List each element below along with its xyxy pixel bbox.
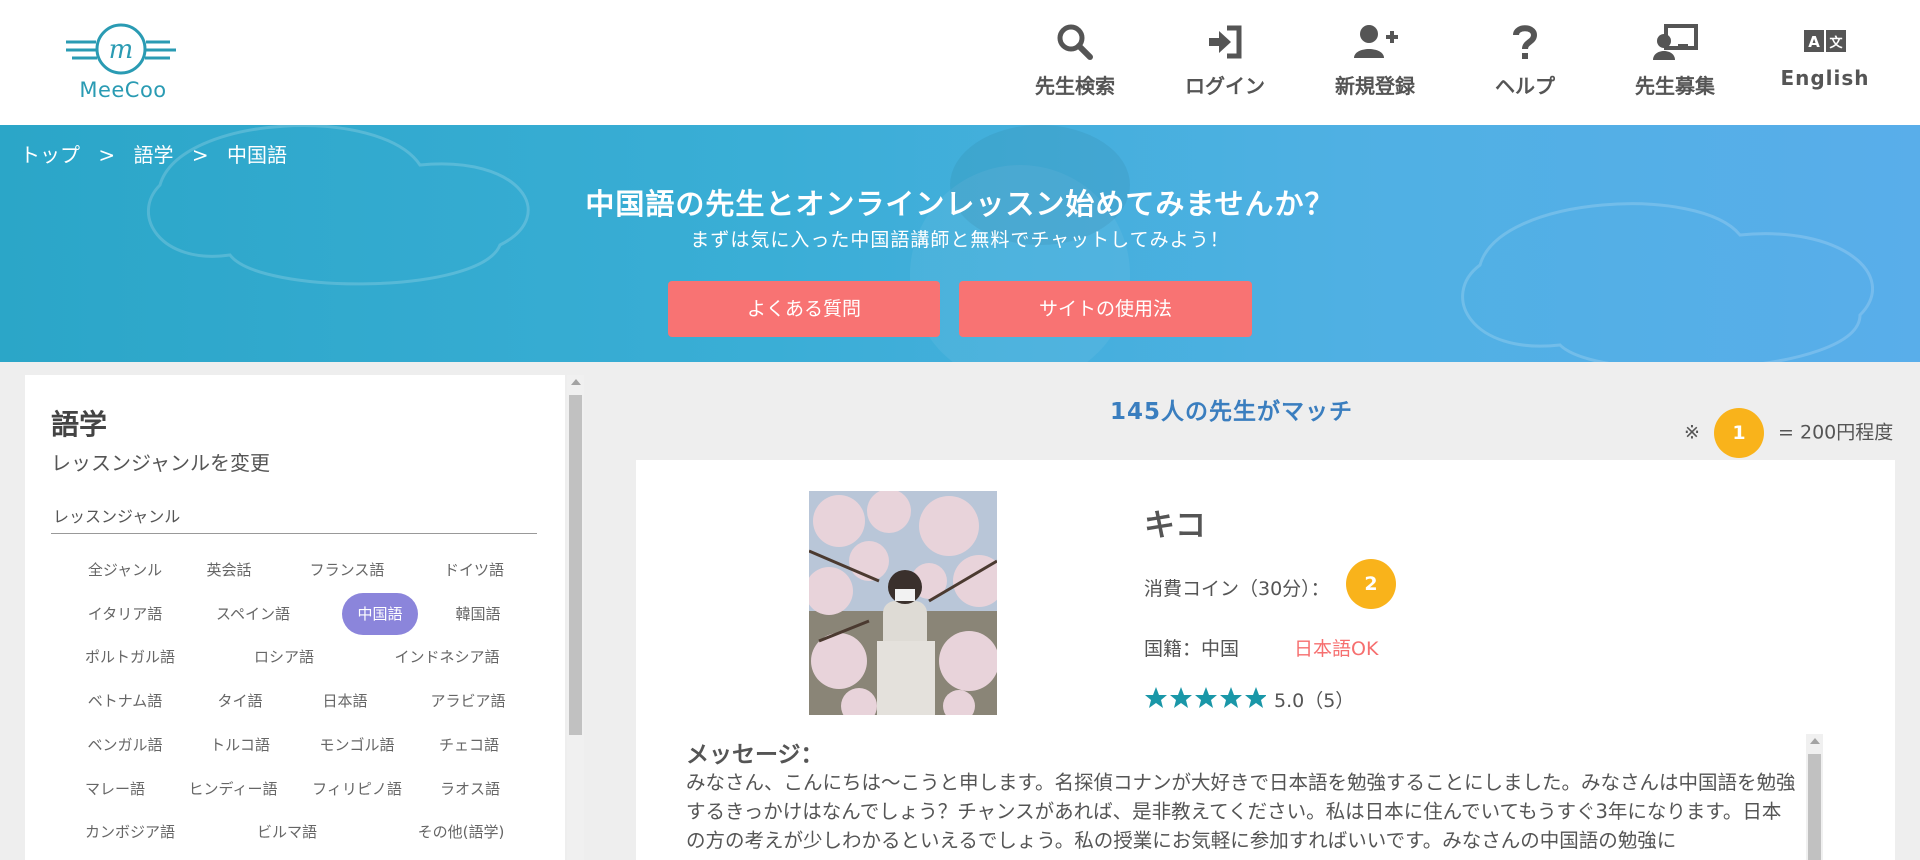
coin-cost-label: 消費コイン（30分）： [1144, 578, 1330, 600]
genre-burmese[interactable]: ビルマ語 [247, 811, 327, 853]
teacher-card[interactable]: キコ 消費コイン（30分）： 2 国籍：中国 日本語OK 5.0（5） メッセー… [636, 460, 1895, 860]
teacher-name[interactable]: キコ [1144, 500, 1206, 545]
logo-mark: m [66, 23, 176, 75]
scroll-up-arrow-icon[interactable] [1810, 738, 1820, 744]
logo-text: MeeCoo [79, 78, 167, 102]
scrollbar-thumb[interactable] [1808, 754, 1821, 860]
genre-thai[interactable]: タイ語 [205, 680, 275, 722]
nav-signup[interactable]: 新規登録 [1305, 22, 1445, 102]
meecoo-logo[interactable]: m MeeCoo [66, 22, 176, 107]
genre-all[interactable]: 全ジャンル [75, 549, 175, 591]
coin-note-suffix: = 200円程度 [1778, 421, 1894, 444]
rating-stars [1144, 686, 1267, 712]
nav-label: ヘルプ [1495, 74, 1555, 98]
nav-english[interactable]: A 文 English [1755, 22, 1895, 102]
nav-teacher-recruit[interactable]: 先生募集 [1605, 22, 1745, 102]
match-count: 145人の先生がマッチ [1110, 399, 1354, 425]
coin-note-prefix: ※ [1684, 421, 1700, 444]
breadcrumb-current: 中国語 [226, 143, 287, 167]
star-icons [1145, 687, 1267, 708]
faq-button[interactable]: よくある質問 [668, 281, 940, 337]
message-title: メッセージ： [686, 742, 824, 768]
coin-icon: 1 [1713, 408, 1764, 458]
nav-label: ログイン [1185, 74, 1265, 98]
divider [51, 533, 537, 534]
scrollbar-thumb[interactable] [569, 395, 582, 735]
nav-teacher-search[interactable]: 先生検索 [1005, 22, 1145, 102]
genre-vietnamese[interactable]: ベトナム語 [75, 680, 175, 722]
genre-cambodian[interactable]: カンボジア語 [75, 811, 185, 853]
coin-note: ※ 1 = 200円程度 [1684, 408, 1893, 460]
genre-spanish[interactable]: スペイン語 [203, 593, 303, 635]
genre-japanese[interactable]: 日本語 [305, 680, 385, 722]
genre-french[interactable]: フランス語 [297, 549, 397, 591]
coin-cost-badge: 2 [1346, 559, 1396, 609]
site-header: m MeeCoo 先生検索 ログイン 新規登録 ヘルプ 先生募集 A 文 Eng… [0, 0, 1920, 125]
language-icon: A 文 [1804, 30, 1846, 52]
genre-korean[interactable]: 韓国語 [443, 593, 513, 635]
sidebar-scrollbar[interactable] [567, 375, 584, 860]
genre-sidebar: 語学 レッスンジャンルを変更 レッスンジャンル 全ジャンル 英会話 フランス語 … [25, 375, 565, 860]
genre-italian[interactable]: イタリア語 [75, 593, 175, 635]
genre-lao[interactable]: ラオス語 [425, 768, 515, 810]
rating-text: 5.0（5） [1274, 690, 1355, 712]
genre-turkish[interactable]: トルコ語 [195, 724, 285, 766]
genre-bengali[interactable]: ベンガル語 [75, 724, 175, 766]
hero-title: 中国語の先生とオンラインレッスン始めてみませんか？ [585, 187, 1335, 221]
genre-russian[interactable]: ロシア語 [244, 636, 324, 678]
site-usage-button[interactable]: サイトの使用法 [959, 281, 1252, 337]
genre-malay[interactable]: マレー語 [75, 768, 155, 810]
breadcrumb-separator: > [191, 143, 209, 167]
teacher-photo[interactable] [809, 491, 997, 715]
teacher-board-icon [1653, 24, 1698, 60]
genre-portuguese[interactable]: ポルトガル語 [75, 636, 185, 678]
japanese-ok-badge: 日本語OK [1294, 638, 1379, 660]
svg-text:m: m [109, 35, 134, 65]
genre-english[interactable]: 英会話 [189, 549, 269, 591]
breadcrumb-separator: > [98, 143, 116, 167]
question-icon [1513, 25, 1538, 59]
genre-chinese[interactable]: 中国語 [342, 593, 418, 635]
genre-czech[interactable]: チェコ語 [429, 724, 509, 766]
genre-mongolian[interactable]: モンゴル語 [307, 724, 407, 766]
message-scrollbar[interactable] [1806, 734, 1823, 860]
genre-hindi[interactable]: ヒンディー語 [173, 768, 293, 810]
svg-text:A: A [1808, 33, 1820, 51]
genre-arabic[interactable]: アラビア語 [418, 680, 518, 722]
genre-label: レッスンジャンル [53, 507, 181, 526]
hero-subtitle: まずは気に入った中国語講師と無料でチャットしてみよう！ [690, 229, 1230, 251]
genre-filipino[interactable]: フィリピノ語 [302, 768, 412, 810]
genre-indonesian[interactable]: インドネシア語 [387, 636, 507, 678]
genre-other[interactable]: その他(語学) [406, 811, 516, 853]
login-icon [1209, 25, 1242, 59]
user-plus-icon [1354, 25, 1398, 58]
nav-label: 先生検索 [1035, 74, 1115, 98]
breadcrumb: トップ > 語学 > 中国語 [20, 139, 299, 168]
nav-help[interactable]: ヘルプ [1455, 22, 1595, 102]
nav-label: 新規登録 [1335, 74, 1415, 98]
nav-login[interactable]: ログイン [1155, 22, 1295, 102]
svg-text:文: 文 [1829, 35, 1843, 51]
nav-label: English [1780, 66, 1870, 90]
message-body: みなさん、こんにちは〜こうと申します。名探偵コナンが大好きで日本語を勉強すること… [686, 771, 1796, 852]
cherry-blossom-photo [809, 491, 997, 715]
sidebar-subtitle: レッスンジャンルを変更 [51, 451, 270, 475]
search-icon [1057, 24, 1093, 60]
breadcrumb-language[interactable]: 語学 [133, 143, 173, 167]
genre-german[interactable]: ドイツ語 [429, 549, 519, 591]
scroll-up-arrow-icon[interactable] [571, 379, 581, 385]
hero-banner: トップ > 語学 > 中国語 中国語の先生とオンラインレッスン始めてみませんか？… [0, 125, 1920, 362]
nationality: 国籍：中国 [1144, 638, 1240, 660]
nav-label: 先生募集 [1635, 74, 1715, 98]
sidebar-title: 語学 [51, 408, 108, 441]
breadcrumb-top[interactable]: トップ [20, 143, 80, 167]
